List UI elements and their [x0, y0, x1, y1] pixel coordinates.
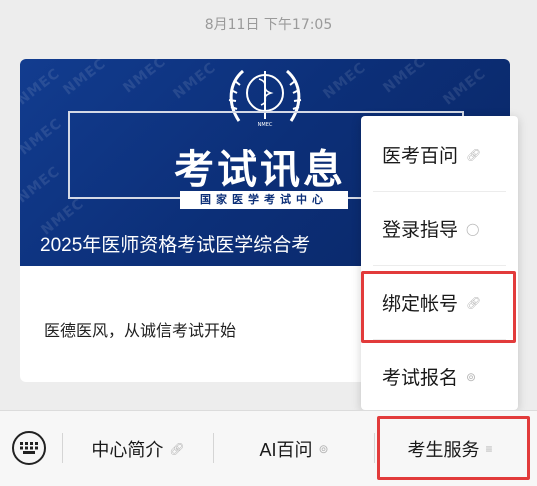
article-title[interactable]: 2025年医师资格考试医学综合考	[40, 230, 310, 257]
banner-watermark: NMEC	[320, 59, 370, 103]
banner-watermark: NMEC	[380, 59, 430, 97]
mini-program-icon: ⊚	[466, 369, 477, 384]
chat-bubble-icon: ◯	[466, 221, 480, 236]
menu-label: AI百问	[259, 439, 313, 460]
keyboard-icon[interactable]	[12, 431, 46, 465]
highlight-candidate-services	[377, 416, 530, 480]
menu-label: 中心简介	[91, 439, 164, 460]
submenu-item-label: 考试报名	[382, 368, 459, 389]
highlight-bind-account	[361, 271, 516, 343]
banner-watermark: NMEC	[20, 65, 64, 109]
banner-title: 考试讯息	[174, 146, 346, 193]
banner-watermark: NMEC	[440, 65, 490, 109]
submenu-item-label: 医考百问	[382, 146, 459, 167]
article-description: 医德医风，从诚信考试开始	[44, 323, 237, 340]
banner-org-label: 国家医学考试中心	[180, 191, 348, 209]
link-icon: 🔗︎	[169, 441, 185, 456]
keyboard-keys-icon	[20, 442, 38, 454]
message-timestamp: 8月11日 下午17:05	[204, 17, 333, 33]
banner-watermark: NMEC	[170, 59, 220, 103]
submenu-popup: 医考百问 🔗︎ 登录指导 ◯ 绑定帐号 🔗︎ 考试报名 ⊚	[361, 116, 518, 410]
mini-program-icon: ⊚	[318, 441, 329, 456]
submenu-item-medical-faq[interactable]: 医考百问 🔗︎	[361, 118, 518, 191]
menu-ai-faq[interactable]: AI百问 ⊚	[214, 411, 374, 486]
banner-watermark: NMEC	[20, 163, 64, 207]
submenu-item-login-guide[interactable]: 登录指导 ◯	[361, 192, 518, 265]
banner-watermark: NMEC	[60, 59, 110, 99]
menu-center-intro[interactable]: 中心简介 🔗︎	[63, 411, 213, 486]
banner-watermark: NMEC	[120, 59, 170, 97]
submenu-item-exam-registration[interactable]: 考试报名 ⊚	[361, 340, 518, 413]
banner-watermark: NMEC	[20, 115, 66, 159]
link-icon: 🔗︎	[466, 147, 482, 162]
submenu-item-label: 登录指导	[382, 220, 459, 241]
